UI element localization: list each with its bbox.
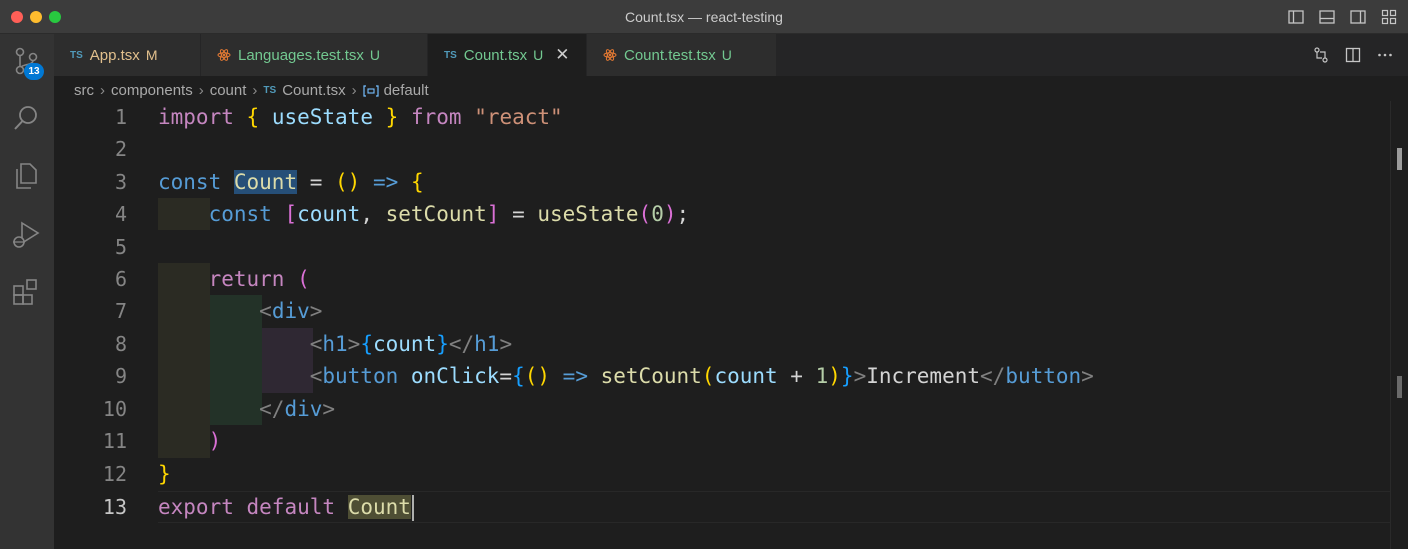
tab-status: M — [145, 47, 158, 63]
open-changes-icon[interactable] — [1312, 46, 1330, 64]
breadcrumb-item-src[interactable]: src — [74, 82, 94, 99]
close-tab-icon[interactable]: ✕ — [555, 45, 569, 65]
overview-ruler-highlight — [1397, 376, 1402, 398]
explorer-icon[interactable] — [9, 159, 43, 193]
tab-status: U — [533, 47, 544, 63]
typescript-icon: TS — [444, 49, 457, 61]
code-line: return ( — [208, 267, 310, 291]
chevron-right-icon: › — [351, 81, 357, 99]
tab-count-tsx[interactable]: TS Count.tsx U ✕ — [428, 34, 587, 76]
breadcrumb-item-symbol[interactable]: default — [384, 82, 429, 99]
line-number: 5 — [114, 235, 127, 259]
line-number: 1 — [114, 105, 127, 129]
chevron-right-icon: › — [252, 81, 258, 99]
toggle-primary-sidebar-icon[interactable] — [1287, 8, 1305, 26]
text-cursor — [411, 495, 414, 521]
typescript-icon: TS — [70, 49, 83, 61]
toggle-secondary-sidebar-icon[interactable] — [1349, 8, 1367, 26]
source-control-badge: 13 — [24, 63, 44, 80]
breadcrumb-item-components[interactable]: components — [111, 82, 193, 99]
react-icon — [603, 48, 617, 62]
tab-count-test-tsx[interactable]: Count.test.tsx U — [587, 34, 777, 76]
code-line: } — [158, 462, 171, 486]
code-line: <div> — [259, 299, 323, 323]
tab-label: Languages.test.tsx — [238, 46, 364, 64]
line-number: 6 — [114, 267, 127, 291]
chevron-right-icon: › — [100, 81, 105, 99]
code-line: <h1>{count}</h1> — [309, 332, 513, 356]
tab-app-tsx[interactable]: TS App.tsx M — [54, 34, 201, 76]
breadcrumb-item-count[interactable]: count — [210, 82, 247, 99]
search-icon[interactable] — [9, 101, 43, 135]
react-icon — [217, 48, 231, 62]
code-line: const [count, setCount] = useState(0); — [208, 202, 690, 226]
window-title: Count.tsx — react-testing — [625, 9, 783, 25]
code-line: </div> — [259, 397, 336, 421]
line-number: 10 — [102, 397, 127, 421]
line-number: 13 — [102, 495, 127, 519]
split-editor-icon[interactable] — [1344, 46, 1362, 64]
symbol-variable-icon — [362, 84, 379, 97]
extensions-icon[interactable] — [9, 275, 43, 309]
editor-scrollbar[interactable] — [1390, 101, 1408, 549]
chevron-right-icon: › — [198, 81, 204, 99]
line-number: 7 — [114, 299, 127, 323]
code-line: ) — [208, 429, 222, 453]
tab-languages-test-tsx[interactable]: Languages.test.tsx U — [201, 34, 428, 76]
code-line: <button onClick={() => setCount(count + … — [309, 364, 1094, 388]
breadcrumb: src › components › count › TS Count.tsx … — [74, 80, 429, 100]
more-actions-icon[interactable] — [1376, 46, 1394, 64]
line-number: 4 — [114, 202, 127, 226]
tab-status: U — [721, 47, 732, 63]
tab-bar: TS App.tsx M Languages.test.tsx U TS Cou… — [54, 34, 1408, 76]
toggle-panel-icon[interactable] — [1318, 8, 1336, 26]
customize-layout-icon[interactable] — [1380, 8, 1398, 26]
line-number: 12 — [102, 462, 127, 486]
tab-status: U — [369, 47, 381, 63]
code-line: const Count = () => { — [158, 170, 424, 194]
line-number: 3 — [114, 170, 127, 194]
line-number: 2 — [114, 137, 127, 161]
tab-label: Count.tsx — [463, 46, 528, 64]
tab-label: Count.test.tsx — [624, 46, 716, 64]
code-line: export default Count — [158, 491, 414, 523]
typescript-icon: TS — [263, 84, 277, 96]
overview-ruler-highlight — [1397, 148, 1402, 170]
title-bar: Count.tsx — react-testing — [0, 0, 1408, 34]
breadcrumb-item-file[interactable]: Count.tsx — [282, 82, 345, 99]
tab-label: App.tsx — [89, 46, 140, 64]
line-number: 8 — [114, 332, 127, 356]
line-number: 9 — [114, 364, 127, 388]
run-debug-icon[interactable] — [9, 217, 43, 251]
code-line: import { useState } from "react" — [158, 105, 563, 129]
line-number: 11 — [102, 429, 127, 453]
code-editor[interactable]: 1 import { useState } from "react" 2 3 c… — [54, 101, 1390, 549]
